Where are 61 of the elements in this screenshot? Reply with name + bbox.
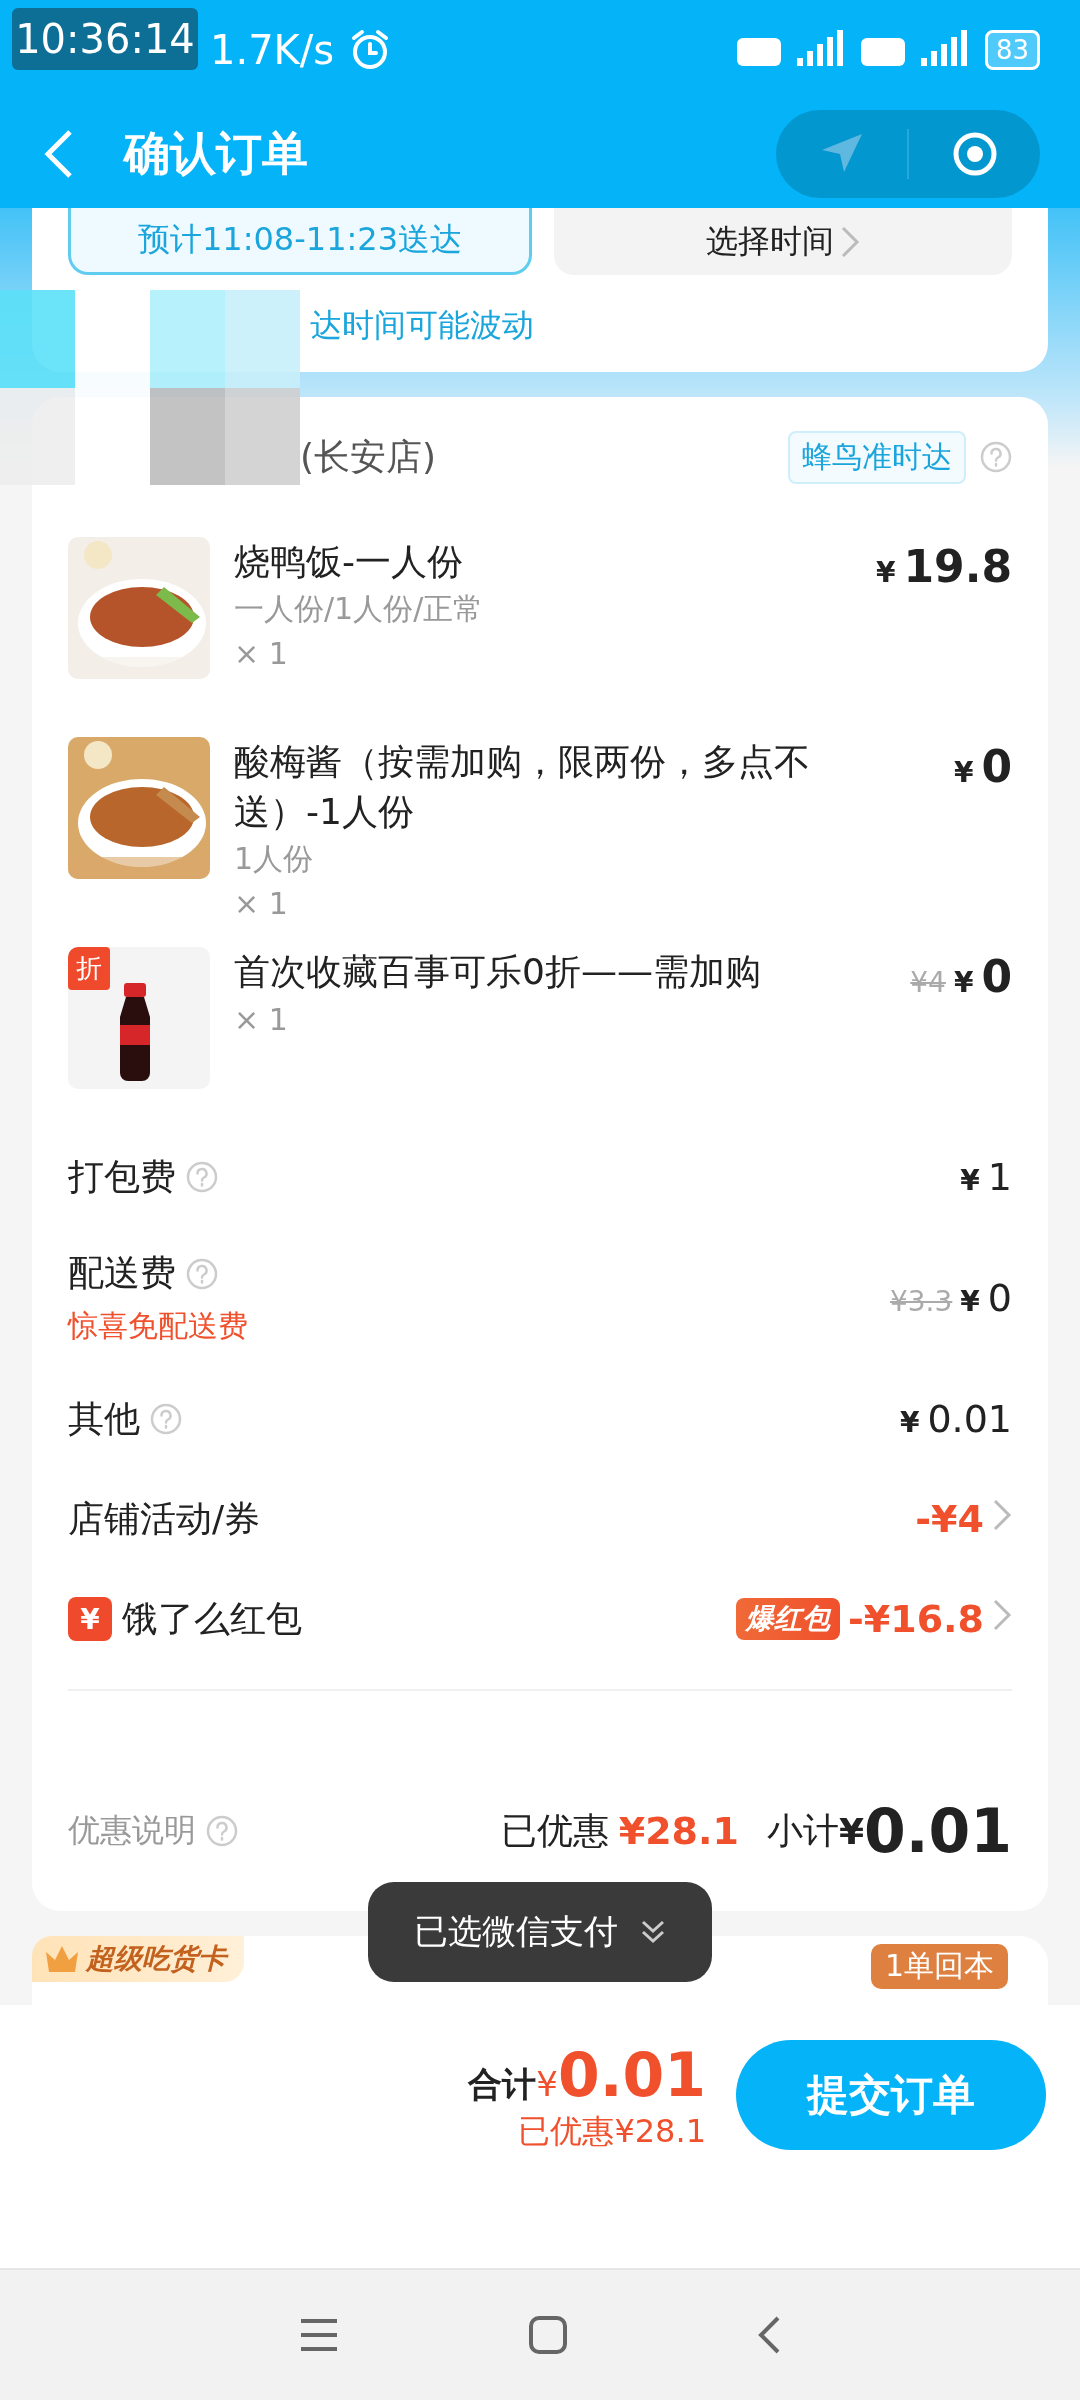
promo-tag: 爆红包 <box>736 1598 841 1640</box>
coupon-icon: ¥ <box>68 1597 112 1641</box>
fee-label: 店铺活动/券 <box>68 1496 261 1541</box>
fee-amount: -¥4 <box>915 1497 984 1541</box>
original-price: ¥3.3 <box>890 1285 953 1318</box>
currency-sign: ¥ <box>960 1164 980 1197</box>
fee-label: 配送费 <box>68 1251 176 1295</box>
time-option[interactable]: 选择时间 <box>554 208 1012 275</box>
saved-total: 已优惠¥28.1 <box>518 2111 706 2152</box>
item-quantity: × 1 <box>234 885 289 923</box>
item-price: 0 <box>981 741 1012 792</box>
back-icon[interactable] <box>757 2315 781 2355</box>
chevron-icon <box>840 224 860 259</box>
item-quantity: × 1 <box>234 1001 289 1039</box>
currency-sign: ¥ <box>953 966 974 999</box>
item-name: 酸梅酱（按需加购，限两份，多点不送）-1人份 <box>234 740 811 834</box>
payment-toast[interactable]: 已选微信支付 <box>368 1882 712 1982</box>
fee-amount: 1 <box>987 1155 1012 1199</box>
fee-label: 打包费 <box>68 1154 176 1199</box>
delivery-badge: 蜂鸟准时达 <box>788 430 966 484</box>
discount-tag: 折 <box>68 947 110 990</box>
currency-sign: ¥ <box>838 1810 864 1852</box>
currency-sign: ¥ <box>960 1285 980 1318</box>
double-chevron-icon <box>640 1919 666 1945</box>
currency-sign: ¥ <box>953 756 974 789</box>
currency-sign: ¥ <box>899 1406 920 1439</box>
total-amount: 0.01 <box>557 2040 706 2110</box>
item-spec: 一人份/1人份/正常 <box>234 590 485 628</box>
total-label: 合计 <box>468 2063 537 2106</box>
item-spec: 1人份 <box>234 840 315 878</box>
item-name: 首次收藏百事可乐0折——需加购 <box>234 950 762 994</box>
item-quantity: × 1 <box>234 635 289 673</box>
home-icon[interactable] <box>529 2316 567 2354</box>
back-icon[interactable] <box>44 129 74 179</box>
fee-note: 惊喜免配送费 <box>68 1307 249 1345</box>
delivery-note: 达时间可能波动 <box>309 305 535 346</box>
item-price: 0 <box>981 951 1012 1002</box>
item-price: 19.8 <box>903 541 1012 592</box>
menu-icon[interactable] <box>299 2317 339 2353</box>
fee-label: 饿了么红包 <box>122 1596 302 1641</box>
currency-sign: ¥ <box>536 2064 558 2104</box>
crown-icon <box>44 1944 80 1974</box>
subtotal-label: 小计 <box>766 1808 839 1853</box>
battery-level: 83 <box>984 30 1040 70</box>
subtotal-amount: 0.01 <box>863 1796 1012 1866</box>
currency-sign: ¥ <box>875 556 896 589</box>
fee-amount: 0.01 <box>927 1397 1012 1441</box>
help-icon <box>206 1815 238 1847</box>
item-name: 烧鸭饭-一人份 <box>234 540 464 584</box>
saved-label: 已优惠 <box>500 1808 609 1853</box>
page-title: 确认订单 <box>124 125 309 182</box>
help-icon <box>980 441 1012 473</box>
fee-amount: -¥16.8 <box>848 1597 984 1641</box>
fee-amount: 0 <box>987 1276 1012 1320</box>
original-price: ¥4 <box>910 966 946 999</box>
store-name[interactable]: (长安店) <box>300 432 437 482</box>
saved-amount: ¥28.1 <box>618 1809 739 1853</box>
network-speed: 1.7K/s <box>210 27 335 73</box>
payback-tag: 1单回本 <box>870 1944 1008 1989</box>
clock-overlay: 10:36:14 <box>12 8 198 70</box>
fee-label: 其他 <box>68 1396 140 1441</box>
